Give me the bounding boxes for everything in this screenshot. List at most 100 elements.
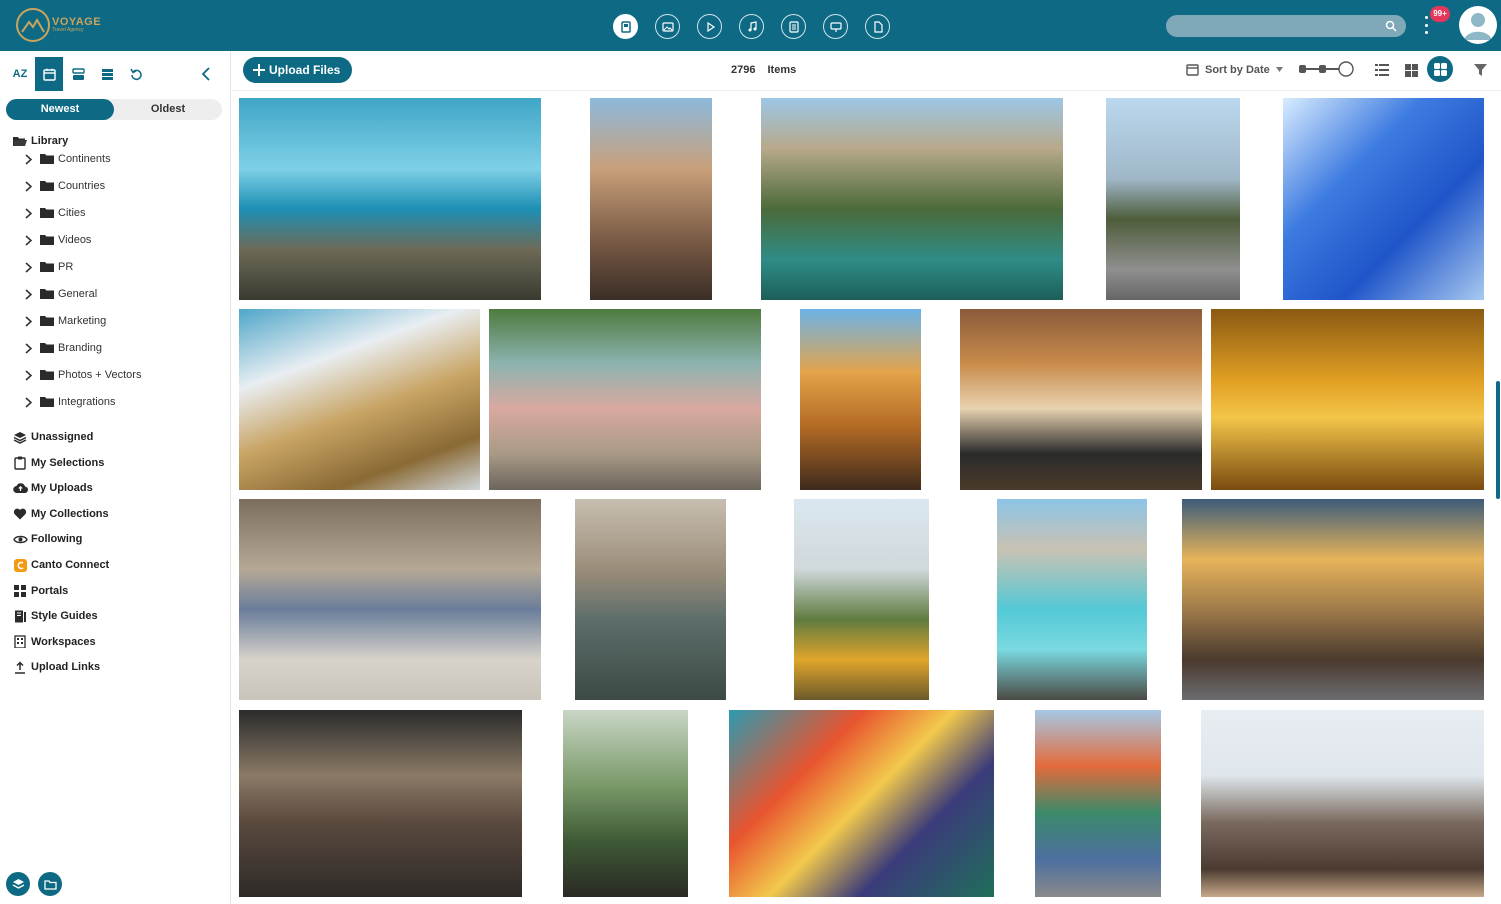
sidebar-item-label: Unassigned — [31, 431, 94, 443]
chevron-right-icon[interactable] — [23, 152, 33, 166]
thumbnail-mural-friends[interactable] — [729, 710, 994, 897]
thumbnail-turquoise-cove[interactable] — [997, 499, 1147, 700]
thumbnail-blue-stairs[interactable] — [1283, 98, 1484, 300]
sidebar-item-unassigned[interactable]: Unassigned — [12, 427, 93, 447]
all-files-icon[interactable] — [613, 14, 638, 39]
chevron-right-icon[interactable] — [23, 287, 33, 301]
grid-icon — [12, 583, 28, 599]
thumbnail-churros-coffee[interactable] — [960, 309, 1202, 490]
heart-icon — [12, 506, 28, 522]
layers-button-icon[interactable] — [6, 872, 30, 896]
thumbnail-cafe-street[interactable] — [1182, 499, 1484, 700]
sidebar-folder-marketing[interactable]: Marketing — [23, 311, 106, 331]
sidebar-folder-general[interactable]: General — [23, 284, 97, 304]
other-file-icon[interactable] — [865, 14, 890, 39]
search-input[interactable] — [1166, 15, 1406, 37]
video-icon[interactable] — [697, 14, 722, 39]
folder-button-icon[interactable] — [38, 872, 62, 896]
sidebar-item-label: Photos + Vectors — [58, 369, 142, 381]
audio-icon[interactable] — [739, 14, 764, 39]
sidebar-item-library[interactable]: Library — [12, 131, 68, 151]
search-icon[interactable] — [1385, 19, 1397, 37]
sidebar-item-style-guides[interactable]: Style Guides — [12, 606, 98, 626]
sidebar-folder-videos[interactable]: Videos — [23, 230, 91, 250]
image-icon[interactable] — [655, 14, 680, 39]
thumbnail-golden-arches[interactable] — [1211, 309, 1484, 490]
thumbnail-size-slider[interactable] — [1298, 61, 1356, 77]
sort-oldest-button[interactable]: Oldest — [114, 99, 222, 120]
thumbnail-sunset-friends[interactable] — [1201, 710, 1484, 897]
sidebar-folder-countries[interactable]: Countries — [23, 176, 105, 196]
sidebar-tools: AZ — [0, 51, 231, 91]
chevron-right-icon[interactable] — [23, 260, 33, 274]
sidebar-item-upload-links[interactable]: Upload Links — [12, 657, 100, 677]
stack-icon[interactable] — [64, 57, 92, 91]
chevron-right-icon[interactable] — [23, 179, 33, 193]
masonry-view-icon[interactable] — [1427, 56, 1453, 82]
thumbnail-gorge-river[interactable] — [761, 98, 1063, 300]
chevron-right-icon[interactable] — [23, 395, 33, 409]
presentation-icon[interactable] — [823, 14, 848, 39]
sidebar-folder-continents[interactable]: Continents — [23, 149, 111, 169]
filter-icon[interactable] — [1469, 59, 1491, 81]
more-options-icon[interactable] — [1422, 16, 1430, 34]
scrollbar[interactable] — [1496, 381, 1500, 499]
sidebar-item-portals[interactable]: Portals — [12, 581, 68, 601]
thumbnail-palm-avenue[interactable] — [1106, 98, 1240, 300]
sidebar-item-label: Following — [31, 533, 83, 546]
sidebar-item-my-collections[interactable]: My Collections — [12, 504, 109, 524]
sort-dropdown[interactable]: Sort by Date — [1186, 63, 1283, 76]
cloud-upload-icon — [12, 480, 28, 496]
chevron-right-icon[interactable] — [23, 368, 33, 382]
thumbnail-palm-hill[interactable] — [794, 499, 929, 700]
sidebar: AZ Newest Oldest Library Continents Coun… — [0, 51, 231, 904]
chevron-right-icon[interactable] — [23, 341, 33, 355]
sidebar-folder-pr[interactable]: PR — [23, 257, 73, 277]
sidebar-item-my-uploads[interactable]: My Uploads — [12, 478, 93, 498]
thumbnail-mural-group[interactable] — [1035, 710, 1161, 897]
refresh-icon[interactable] — [122, 57, 150, 91]
thumbnail-greenhouse[interactable] — [563, 710, 688, 897]
sidebar-item-canto-connect[interactable]: Canto Connect — [12, 555, 109, 575]
sidebar-folder-photos-vectors[interactable]: Photos + Vectors — [23, 365, 141, 385]
sidebar-folder-branding[interactable]: Branding — [23, 338, 102, 358]
sort-newest-button[interactable]: Newest — [6, 99, 114, 120]
sidebar-item-label: Style Guides — [31, 610, 98, 623]
layers-icon — [12, 429, 28, 445]
sidebar-folder-cities[interactable]: Cities — [23, 203, 86, 223]
sidebar-item-label: Continents — [58, 153, 111, 165]
sidebar-item-workspaces[interactable]: Workspaces — [12, 632, 96, 652]
grid-view-icon[interactable] — [1400, 59, 1422, 81]
chevron-right-icon[interactable] — [23, 314, 33, 328]
sidebar-item-label: My Uploads — [31, 482, 93, 495]
chevron-right-icon[interactable] — [23, 206, 33, 220]
sidebar-folder-integrations[interactable]: Integrations — [23, 392, 115, 412]
upload-files-button[interactable]: Upload Files — [243, 57, 353, 83]
sidebar-item-label: Integrations — [58, 396, 116, 408]
thumbnail-casa-batllo[interactable] — [590, 98, 712, 300]
az-sort-button[interactable]: AZ — [6, 57, 34, 91]
thumbnail-metropol-parasol[interactable] — [239, 309, 480, 490]
document-icon[interactable] — [781, 14, 806, 39]
brand-logo[interactable]: VOYAGE Travel Agency — [16, 8, 101, 42]
sidebar-item-label: Library — [31, 135, 69, 147]
calendar-icon[interactable] — [35, 57, 63, 91]
avatar[interactable] — [1459, 6, 1497, 44]
sidebar-item-following[interactable]: Following — [12, 529, 82, 549]
thumbnail-coastal-cliffs[interactable] — [239, 98, 541, 300]
database-icon[interactable] — [93, 57, 121, 91]
thumbnail-arched-courtyard[interactable] — [800, 309, 921, 490]
thumbnail-busy-cafe[interactable] — [239, 710, 522, 897]
item-count-label: Items — [767, 64, 797, 76]
thumbnail-aerial-city[interactable] — [575, 499, 726, 700]
chevron-right-icon[interactable] — [23, 233, 33, 247]
thumbnail-street-musicians[interactable] — [239, 499, 541, 700]
list-view-icon[interactable] — [1371, 59, 1393, 81]
thumbnail-colorful-street[interactable] — [489, 309, 761, 490]
sidebar-item-label: Branding — [58, 342, 103, 354]
sort-label: Sort by Date — [1205, 63, 1270, 76]
sidebar-item-my-selections[interactable]: My Selections — [12, 453, 104, 473]
sidebar-item-label: Workspaces — [31, 635, 96, 648]
collapse-sidebar-icon[interactable] — [192, 57, 220, 91]
notification-badge[interactable]: 99+ — [1430, 6, 1450, 22]
